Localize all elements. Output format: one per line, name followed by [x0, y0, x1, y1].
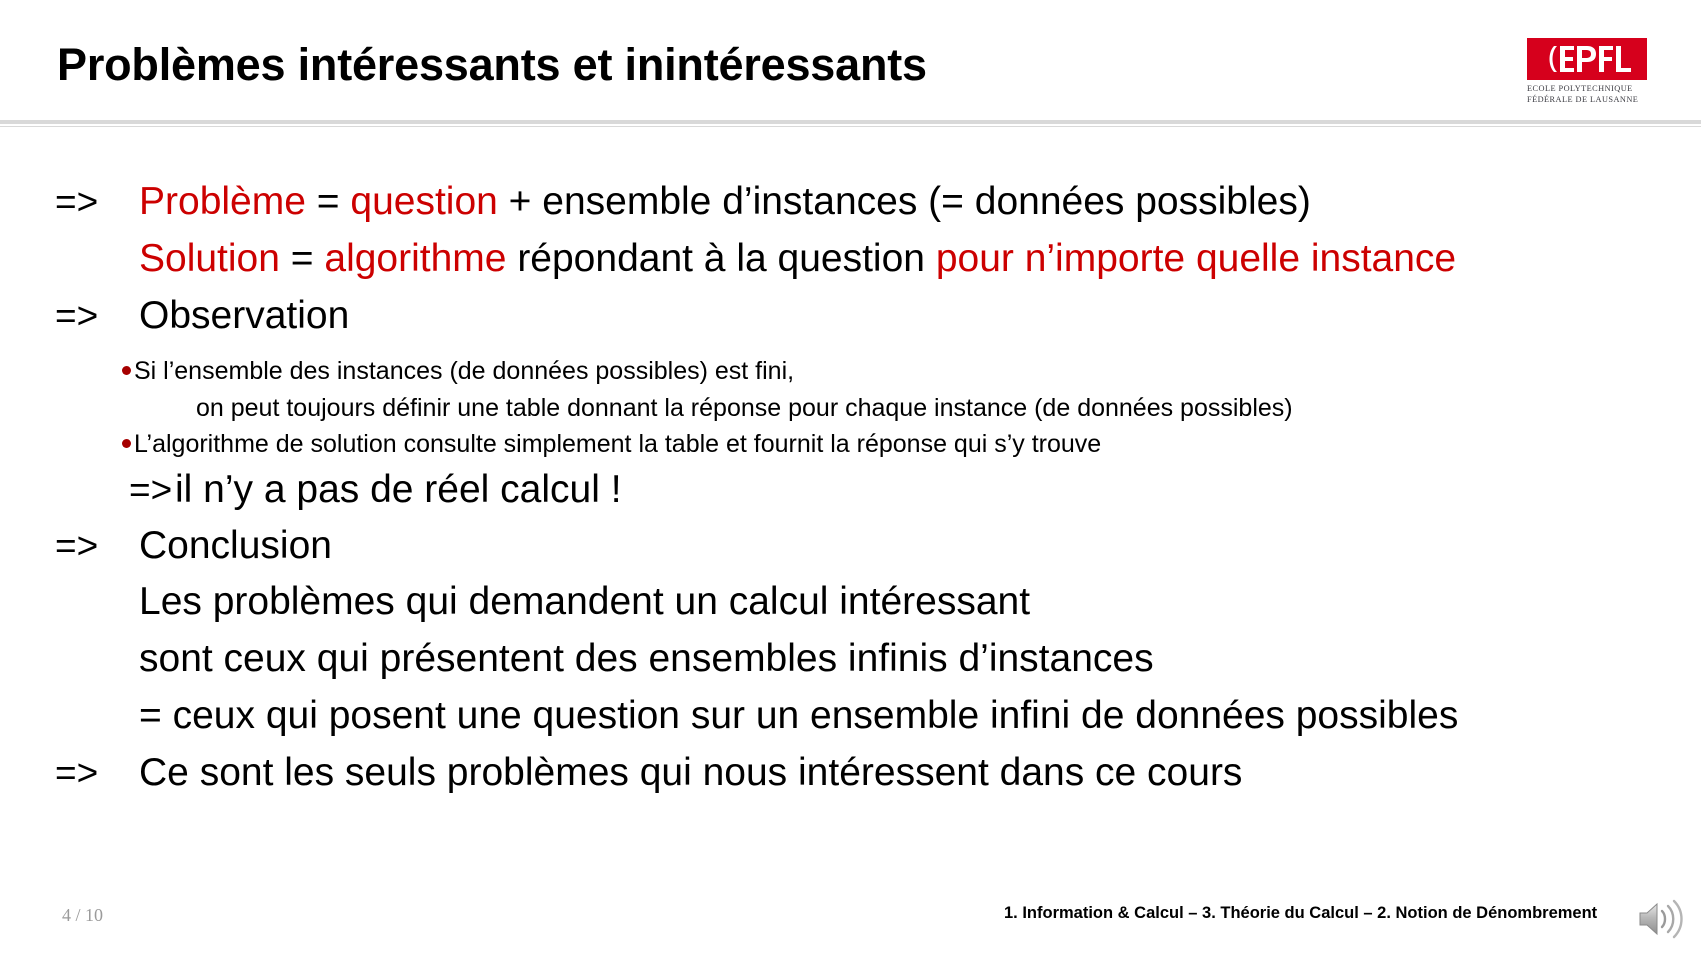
- bullet-dot-icon: [122, 439, 131, 448]
- sub-bullet-2-text: L’algorithme de solution consulte simple…: [134, 430, 1102, 458]
- solution-equals: =: [279, 237, 325, 280]
- bullet-final-statement: => Ce sont les seuls problèmes qui nous …: [55, 751, 1242, 795]
- epfl-subtitle-line1: ECOLE POLYTECHNIQUE: [1527, 84, 1633, 93]
- bullet-probleme: => Problème = question + ensemble d’inst…: [55, 180, 1311, 224]
- slide: Problèmes intéressants et inintéressants…: [0, 0, 1701, 957]
- footer-caption: 1. Information & Calcul – 3. Théorie du …: [1004, 904, 1598, 922]
- question-keyword: question: [350, 180, 498, 223]
- sub-bullet-2: L’algorithme de solution consulte simple…: [122, 429, 1101, 459]
- conclusion-label: Conclusion: [139, 524, 332, 567]
- observation-label: Observation: [139, 294, 350, 337]
- arrow-marker: =>: [129, 469, 173, 510]
- arrow-marker: =>: [55, 752, 99, 793]
- arrow-marker: =>: [55, 295, 99, 336]
- sub-bullet-1: Si l’ensemble des instances (de données …: [122, 356, 794, 386]
- conclusion-line-1: Les problèmes qui demandent un calcul in…: [139, 580, 1031, 623]
- arrow-marker: =>: [55, 181, 99, 222]
- slide-footer: 4 / 10 1. Information & Calcul – 3. Théo…: [0, 888, 1701, 957]
- speaker-icon[interactable]: [1636, 896, 1686, 942]
- sub-bullet-1-continuation: on peut toujours définir une table donna…: [196, 394, 1293, 422]
- solution-keyword: Solution: [139, 237, 280, 280]
- probleme-equals: =: [305, 180, 351, 223]
- epfl-wordmark-icon: [1549, 46, 1631, 72]
- slide-body: => Problème = question + ensemble d’inst…: [0, 128, 1701, 888]
- sub-bullet-1-text: Si l’ensemble des instances (de données …: [134, 357, 795, 385]
- header-divider-inner-line: [0, 124, 1701, 126]
- conclusion-line-2: sont ceux qui présentent des ensembles i…: [139, 637, 1154, 680]
- page-number: 4 / 10: [62, 905, 104, 925]
- bullet-observation: => Observation: [55, 294, 349, 338]
- bullet-solution: Solution = algorithme répondant à la que…: [139, 237, 1456, 281]
- epfl-subtitle-line2: FÉDÉRALE DE LAUSANNE: [1527, 95, 1639, 104]
- no-real-calc-text: il n’y a pas de réel calcul !: [175, 468, 622, 511]
- page-title: Problèmes intéressants et inintéressants: [57, 39, 927, 90]
- probleme-rest: + ensemble d’instances (= données possib…: [497, 180, 1311, 223]
- conclusion-line-3: = ceux qui posent une question sur un en…: [139, 694, 1459, 737]
- slide-header: Problèmes intéressants et inintéressants…: [0, 0, 1701, 129]
- probleme-keyword: Problème: [139, 180, 306, 223]
- statement-no-real-calculation: => il n’y a pas de réel calcul !: [129, 468, 622, 512]
- epfl-logo: ECOLE POLYTECHNIQUE FÉDÉRALE DE LAUSANNE: [1527, 38, 1647, 110]
- arrow-marker: =>: [55, 525, 99, 566]
- instance-emphasis: pour n’importe quelle instance: [935, 237, 1457, 280]
- final-statement-text: Ce sont les seuls problèmes qui nous int…: [139, 751, 1243, 794]
- bullet-probleme-text: Problème = question + ensemble d’instanc…: [139, 180, 1311, 224]
- bullet-conclusion: => Conclusion: [55, 524, 332, 568]
- algorithme-keyword: algorithme: [324, 237, 507, 280]
- solution-middle: répondant à la question: [506, 237, 936, 280]
- bullet-dot-icon: [122, 366, 131, 375]
- epfl-logo-block: [1527, 38, 1647, 80]
